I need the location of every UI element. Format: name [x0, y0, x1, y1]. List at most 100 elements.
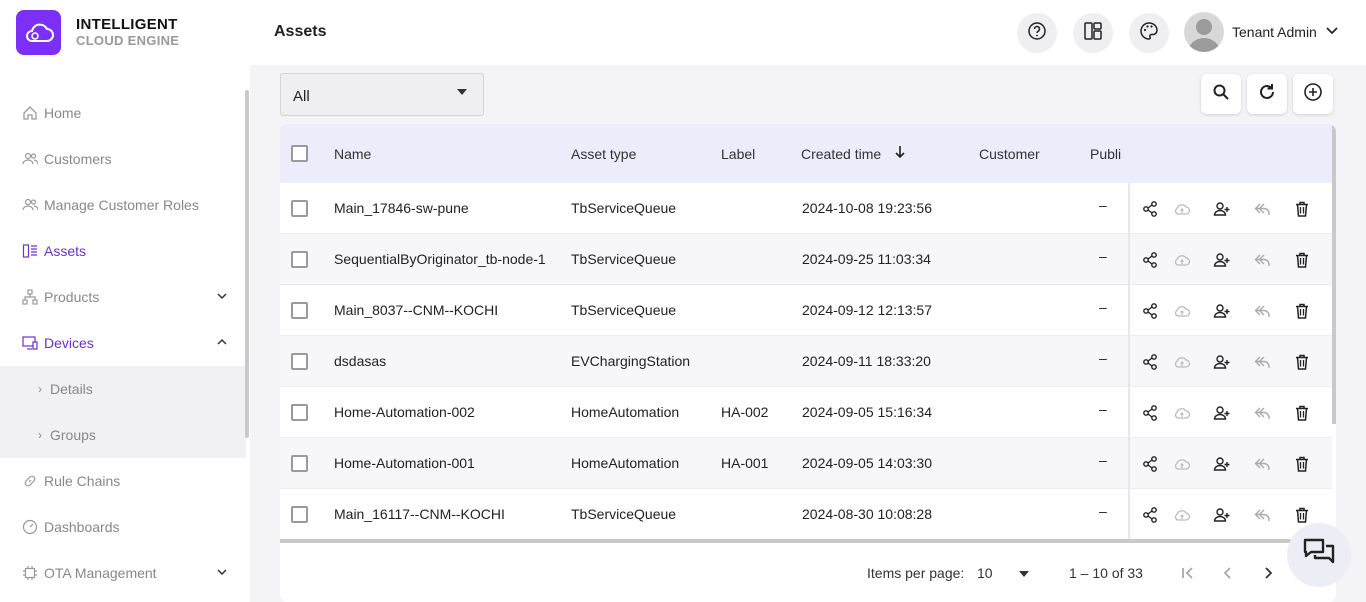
cell-name: Main_8037--CNM--KOCHI — [334, 302, 499, 318]
palette-icon — [1139, 21, 1159, 46]
user-menu[interactable]: Tenant Admin — [1184, 12, 1339, 52]
add-asset-button[interactable] — [1293, 74, 1333, 114]
page-size-select[interactable]: 10 — [977, 565, 993, 581]
cell-asset-type: HomeAutomation — [571, 404, 680, 420]
column-header-customer[interactable]: Customer — [979, 146, 1040, 162]
table-row[interactable]: Main_17846-sw-pune TbServiceQueue 2024-10-… — [280, 183, 1332, 234]
chevron-down-icon — [1325, 23, 1339, 42]
select-all-checkbox[interactable] — [291, 145, 308, 162]
table-row[interactable]: dsdasas EVChargingStation 2024-09-11 18:33… — [280, 336, 1332, 387]
help-button[interactable] — [1017, 13, 1057, 53]
sidebar-item-assets[interactable]: Assets — [0, 228, 246, 274]
assign-customer-icon[interactable] — [1212, 301, 1232, 321]
search-button[interactable] — [1201, 74, 1241, 114]
row-checkbox[interactable] — [291, 506, 308, 523]
sidebar-item-dashboards[interactable]: Dashboards — [0, 504, 246, 550]
chevron-down-icon[interactable] — [216, 289, 228, 305]
chevron-up-icon[interactable] — [216, 335, 228, 351]
chat-button[interactable] — [1287, 523, 1351, 587]
column-header-name[interactable]: Name — [334, 146, 371, 162]
column-header-public[interactable]: Publi — [1090, 146, 1122, 162]
sidebar-item-groups[interactable]: › Groups — [0, 412, 246, 458]
share-icon[interactable] — [1140, 301, 1160, 321]
share-icon[interactable] — [1140, 199, 1160, 219]
delete-icon[interactable] — [1292, 250, 1312, 270]
column-header-label[interactable]: Label — [721, 146, 755, 162]
sidebar-item-label: Rule Chains — [44, 473, 121, 489]
cloud-upload-icon[interactable] — [1172, 505, 1192, 525]
cloud-upload-icon[interactable] — [1172, 454, 1192, 474]
sort-arrow-down-icon[interactable] — [894, 145, 906, 162]
table-row[interactable]: Home-Automation-002 HomeAutomation HA-002 2… — [280, 387, 1332, 438]
cloud-upload-icon[interactable] — [1172, 199, 1192, 219]
unassign-icon[interactable] — [1252, 505, 1272, 525]
sidebar-item-details[interactable]: › Details — [0, 366, 246, 412]
previous-page-button[interactable] — [1216, 561, 1240, 585]
table-vertical-scrollbar[interactable] — [1332, 124, 1336, 424]
unassign-icon[interactable] — [1252, 301, 1272, 321]
row-checkbox[interactable] — [291, 353, 308, 370]
assign-customer-icon[interactable] — [1212, 352, 1232, 372]
row-checkbox[interactable] — [291, 302, 308, 319]
assign-customer-icon[interactable] — [1212, 250, 1232, 270]
assign-customer-icon[interactable] — [1212, 199, 1232, 219]
chevron-right-icon: › — [38, 382, 42, 396]
theme-button[interactable] — [1129, 13, 1169, 53]
row-checkbox[interactable] — [291, 251, 308, 268]
column-header-asset-type[interactable]: Asset type — [571, 146, 636, 162]
dropdown-caret-icon[interactable] — [1019, 571, 1029, 577]
unassign-icon[interactable] — [1252, 454, 1272, 474]
cell-public: – — [1099, 248, 1107, 264]
logo[interactable]: INTELLIGENT CLOUD ENGINE — [16, 10, 179, 55]
cloud-upload-icon[interactable] — [1172, 301, 1192, 321]
sidebar-item-home[interactable]: Home — [0, 90, 246, 136]
cell-label: HA-001 — [721, 455, 769, 471]
cell-public: – — [1099, 401, 1107, 417]
share-icon[interactable] — [1140, 352, 1160, 372]
asset-type-select[interactable]: All — [280, 73, 484, 116]
unassign-icon[interactable] — [1252, 352, 1272, 372]
unassign-icon[interactable] — [1252, 250, 1272, 270]
sidebar-item-label: Details — [50, 381, 93, 397]
refresh-button[interactable] — [1247, 74, 1287, 114]
sidebar-item-products[interactable]: Products — [0, 274, 246, 320]
assign-customer-icon[interactable] — [1212, 403, 1232, 423]
sidebar-item-manage-customer-roles[interactable]: Manage Customer Roles — [0, 182, 246, 228]
row-checkbox[interactable] — [291, 200, 308, 217]
delete-icon[interactable] — [1292, 505, 1312, 525]
row-checkbox[interactable] — [291, 455, 308, 472]
row-checkbox[interactable] — [291, 404, 308, 421]
table-row[interactable]: Main_8037--CNM--KOCHI TbServiceQueue 2024-… — [280, 285, 1332, 336]
share-icon[interactable] — [1140, 250, 1160, 270]
sidebar-scrollbar[interactable] — [245, 90, 249, 438]
chevron-down-icon[interactable] — [216, 565, 228, 581]
share-icon[interactable] — [1140, 454, 1160, 474]
unassign-icon[interactable] — [1252, 403, 1272, 423]
sidebar-item-ota-management[interactable]: OTA Management — [0, 550, 246, 596]
next-page-button[interactable] — [1256, 561, 1280, 585]
unassign-icon[interactable] — [1252, 199, 1272, 219]
layout-button[interactable] — [1073, 13, 1113, 53]
delete-icon[interactable] — [1292, 199, 1312, 219]
assign-customer-icon[interactable] — [1212, 505, 1232, 525]
delete-icon[interactable] — [1292, 352, 1312, 372]
table-row[interactable]: Home-Automation-001 HomeAutomation HA-001 2… — [280, 438, 1332, 489]
share-icon[interactable] — [1140, 505, 1160, 525]
asset-type-select-value: All — [293, 88, 310, 105]
table-row[interactable]: SequentialByOriginator_tb-node-1 TbServic… — [280, 234, 1332, 285]
sidebar-item-devices[interactable]: Devices — [0, 320, 246, 366]
assign-customer-icon[interactable] — [1212, 454, 1232, 474]
delete-icon[interactable] — [1292, 403, 1312, 423]
table-row[interactable]: Main_16117--CNM--KOCHI TbServiceQueue 2024… — [280, 489, 1332, 540]
share-icon[interactable] — [1140, 403, 1160, 423]
cloud-upload-icon[interactable] — [1172, 403, 1192, 423]
column-header-created-time[interactable]: Created time — [801, 146, 881, 162]
cloud-upload-icon[interactable] — [1172, 352, 1192, 372]
delete-icon[interactable] — [1292, 301, 1312, 321]
sidebar-item-rule-chains[interactable]: Rule Chains — [0, 458, 246, 504]
delete-icon[interactable] — [1292, 454, 1312, 474]
first-page-button[interactable] — [1176, 561, 1200, 585]
sidebar-item-customers[interactable]: Customers — [0, 136, 246, 182]
cloud-upload-icon[interactable] — [1172, 250, 1192, 270]
cell-created-time: 2024-09-11 18:33:20 — [802, 353, 931, 369]
